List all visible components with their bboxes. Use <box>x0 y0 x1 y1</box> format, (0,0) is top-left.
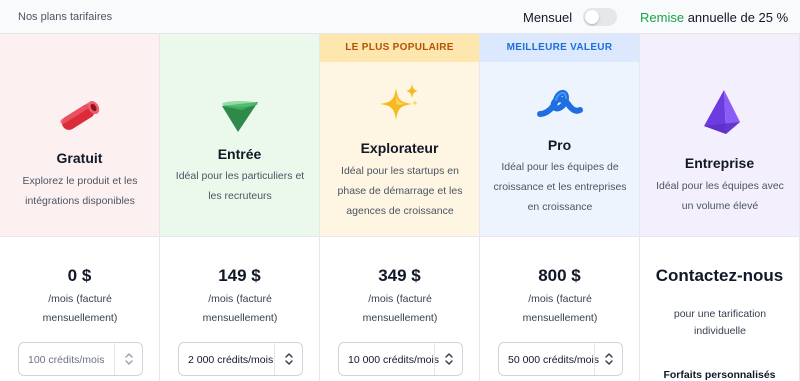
pricing-header-bar: Nos plans tarifaires Mensuel Remise annu… <box>0 0 800 34</box>
plan-card-pro: MEILLEURE VALEUR Pro Idéal pour les équi… <box>480 34 640 381</box>
plan-name: Gratuit <box>56 150 103 166</box>
contact-subtitle: pour une tarification individuelle <box>673 308 767 337</box>
chevron-up-down-icon[interactable] <box>114 343 142 375</box>
plan-price: 800 $ <box>538 266 581 285</box>
chevron-up-down-icon[interactable] <box>594 343 622 375</box>
contact-us-title: Contactez-nous <box>655 266 784 285</box>
plan-header: LE PLUS POPULAIRE Explorateur Idéal pour… <box>320 34 479 237</box>
purple-pyramid-icon <box>703 90 740 134</box>
plan-header: Gratuit Explorez le produit et les intég… <box>0 34 159 237</box>
plan-card-explorateur: LE PLUS POPULAIRE Explorateur Idéal pour… <box>320 34 480 381</box>
blue-loop-icon <box>536 90 583 117</box>
plan-description: Idéal pour les startups en phase de déma… <box>337 165 463 217</box>
plan-name: Explorateur <box>360 140 439 156</box>
credits-select[interactable]: 2 000 crédits/mois <box>178 342 303 376</box>
green-cone-icon <box>221 101 258 132</box>
plan-description: Idéal pour les équipes avec un volume él… <box>656 180 784 212</box>
plan-price: 149 $ <box>218 266 261 285</box>
credits-value: 100 crédits/mois <box>28 354 105 366</box>
plan-period: /mois (facturé mensuellement) <box>522 293 598 324</box>
plan-name: Entrée <box>217 146 262 162</box>
popular-badge: LE PLUS POPULAIRE <box>320 34 479 62</box>
plan-price: 349 $ <box>378 266 421 285</box>
credits-select[interactable]: 50 000 crédits/mois <box>498 342 623 376</box>
plan-period: /mois (facturé mensuellement) <box>362 293 438 324</box>
credits-select[interactable]: 100 crédits/mois <box>18 342 143 376</box>
plan-card-entreprise: Entreprise Idéal pour les équipes avec u… <box>640 34 800 381</box>
toggle-knob <box>585 10 599 24</box>
chevron-up-down-icon[interactable] <box>274 343 302 375</box>
plan-card-gratuit: Gratuit Explorez le produit et les intég… <box>0 34 160 381</box>
best-value-badge: MEILLEURE VALEUR <box>480 34 639 62</box>
credits-value: 50 000 crédits/mois <box>508 354 600 366</box>
credits-value: 2 000 crédits/mois <box>188 354 274 366</box>
plan-period: /mois (facturé mensuellement) <box>42 293 118 324</box>
plan-card-entree: Entrée Idéal pour les particuliers et le… <box>160 34 320 381</box>
sparkles-icon <box>379 84 418 120</box>
custom-plans-link[interactable]: Forfaits personnalisés <box>640 369 799 381</box>
plan-description: Explorez le produit et les intégrations … <box>22 175 138 207</box>
billing-toggle[interactable] <box>583 8 617 26</box>
billing-toggle-label: Mensuel <box>523 10 573 25</box>
discount-text: annuelle de 25 % <box>687 10 789 25</box>
plan-description: Idéal pour les équipes de croissance et … <box>493 161 627 213</box>
discount-highlight: Remise <box>640 10 685 25</box>
plan-description: Idéal pour les particuliers et les recru… <box>175 170 305 202</box>
plan-name: Pro <box>547 137 572 153</box>
page-title: Nos plans tarifaires <box>18 11 113 23</box>
plan-name: Entreprise <box>684 155 755 171</box>
plan-header: Entrée Idéal pour les particuliers et le… <box>160 34 319 237</box>
chevron-up-down-icon[interactable] <box>434 343 462 375</box>
credits-value: 10 000 crédits/mois <box>348 354 440 366</box>
plan-price: 0 $ <box>67 266 92 285</box>
plan-period: /mois (facturé mensuellement) <box>202 293 278 324</box>
plan-header: Entreprise Idéal pour les équipes avec u… <box>640 34 799 237</box>
annual-discount-note: Remise annuelle de 25 % <box>640 10 788 25</box>
plan-header: MEILLEURE VALEUR Pro Idéal pour les équi… <box>480 34 639 237</box>
credits-select[interactable]: 10 000 crédits/mois <box>338 342 463 376</box>
red-tube-icon <box>59 101 99 130</box>
